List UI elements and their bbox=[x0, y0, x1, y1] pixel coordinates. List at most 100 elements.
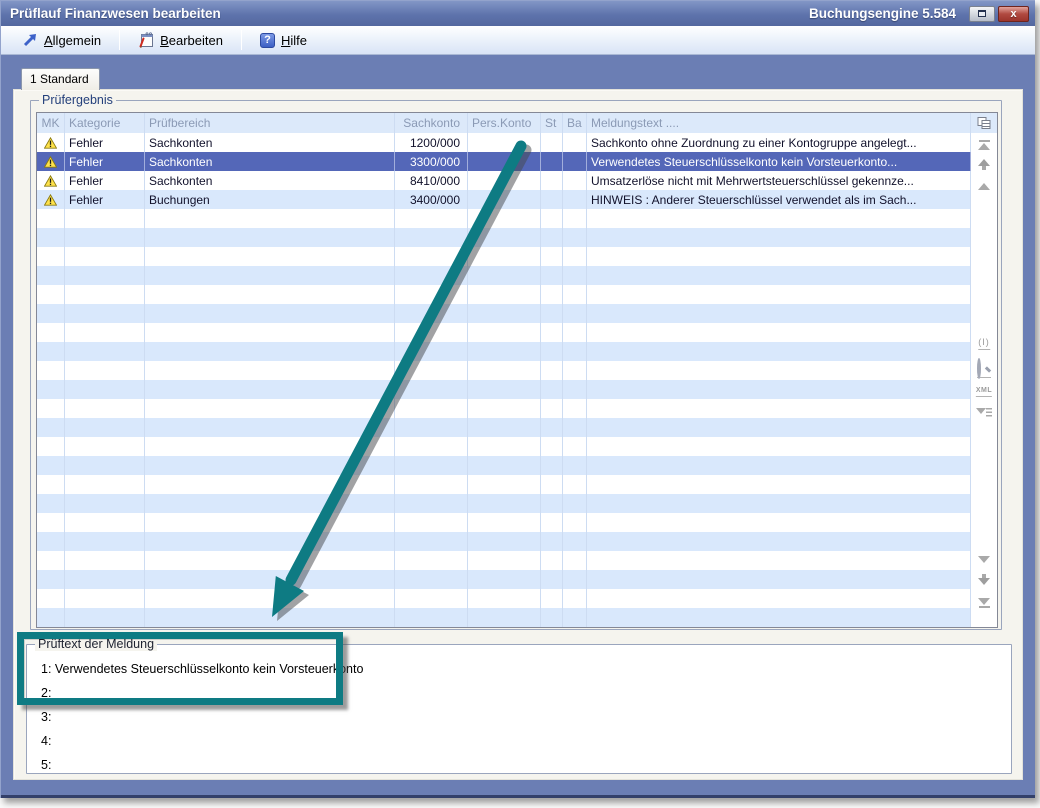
cell-sachkonto bbox=[395, 247, 468, 266]
cell-st bbox=[541, 437, 563, 456]
warning-icon bbox=[44, 175, 57, 187]
cell-ba bbox=[563, 608, 587, 627]
table-row-empty[interactable] bbox=[37, 247, 971, 266]
column-header-ba[interactable]: Ba bbox=[563, 113, 587, 133]
table-row-empty[interactable] bbox=[37, 209, 971, 228]
table-row-empty[interactable] bbox=[37, 551, 971, 570]
table-row[interactable]: FehlerSachkonten8410/000Umsatzerlöse nic… bbox=[37, 171, 971, 190]
scroll-to-top-icon[interactable] bbox=[978, 139, 990, 150]
scroll-down-icon[interactable] bbox=[978, 556, 990, 563]
cell-mk bbox=[37, 342, 65, 361]
help-question-icon: ? bbox=[260, 33, 275, 48]
table-row-empty[interactable] bbox=[37, 228, 971, 247]
hilfe-label: Hilfe bbox=[281, 33, 307, 48]
cell-meldungstext bbox=[587, 608, 971, 627]
cell-mk bbox=[37, 361, 65, 380]
bearbeiten-button[interactable]: Bearbeiten bbox=[129, 29, 232, 51]
cell-pruefbereich bbox=[145, 589, 395, 608]
table-row-empty[interactable] bbox=[37, 418, 971, 437]
table-row-empty[interactable] bbox=[37, 513, 971, 532]
notepad-pen-icon bbox=[138, 32, 154, 48]
cell-perskonto bbox=[468, 361, 541, 380]
table-row[interactable]: FehlerSachkonten1200/000Sachkonto ohne Z… bbox=[37, 133, 971, 152]
cell-ba bbox=[563, 190, 587, 209]
window-title: Prüflauf Finanzwesen bearbeiten bbox=[10, 6, 221, 21]
cell-meldungstext bbox=[587, 228, 971, 247]
filter-icon[interactable] bbox=[976, 407, 992, 419]
search-icon[interactable] bbox=[977, 360, 991, 378]
move-down-icon[interactable] bbox=[978, 574, 990, 585]
prueftext-legend: Prüftext der Meldung bbox=[35, 637, 157, 651]
cell-pruefbereich bbox=[145, 228, 395, 247]
column-header-sachkonto[interactable]: Sachkonto bbox=[395, 113, 468, 133]
cell-mk bbox=[37, 285, 65, 304]
table-row-empty[interactable] bbox=[37, 532, 971, 551]
close-button[interactable]: x bbox=[998, 6, 1029, 22]
column-header-kategorie[interactable]: Kategorie bbox=[65, 113, 145, 133]
table-row-empty[interactable] bbox=[37, 437, 971, 456]
column-chooser-icon[interactable] bbox=[978, 117, 991, 129]
table-row-empty[interactable] bbox=[37, 323, 971, 342]
table-row-empty[interactable] bbox=[37, 285, 971, 304]
cell-meldungstext bbox=[587, 380, 971, 399]
move-up-icon[interactable] bbox=[978, 159, 990, 170]
prueftext-line: 3: bbox=[41, 705, 1011, 729]
table-row-empty[interactable] bbox=[37, 608, 971, 627]
cell-pruefbereich bbox=[145, 456, 395, 475]
minimize-button[interactable] bbox=[969, 6, 995, 22]
hilfe-button[interactable]: ? Hilfe bbox=[251, 30, 316, 51]
minimize-icon bbox=[978, 10, 986, 17]
table-row-empty[interactable] bbox=[37, 456, 971, 475]
cell-st bbox=[541, 171, 563, 190]
cell-ba bbox=[563, 494, 587, 513]
cell-kategorie bbox=[65, 570, 145, 589]
table-row-empty[interactable] bbox=[37, 304, 971, 323]
table-row-empty[interactable] bbox=[37, 589, 971, 608]
cell-perskonto bbox=[468, 247, 541, 266]
table-row-empty[interactable] bbox=[37, 475, 971, 494]
table-row-empty[interactable] bbox=[37, 380, 971, 399]
cell-st bbox=[541, 133, 563, 152]
table-row-empty[interactable] bbox=[37, 266, 971, 285]
cell-pruefbereich bbox=[145, 399, 395, 418]
column-header-pruefbereich[interactable]: Prüfbereich bbox=[145, 113, 395, 133]
table-row-empty[interactable] bbox=[37, 342, 971, 361]
scroll-up-icon[interactable] bbox=[978, 183, 990, 190]
scroll-to-bottom-icon[interactable] bbox=[978, 598, 990, 609]
cell-kategorie: Fehler bbox=[65, 152, 145, 171]
cell-kategorie bbox=[65, 342, 145, 361]
cell-meldungstext bbox=[587, 456, 971, 475]
table-row-empty[interactable] bbox=[37, 494, 971, 513]
cell-pruefbereich bbox=[145, 285, 395, 304]
cell-st bbox=[541, 342, 563, 361]
cell-kategorie bbox=[65, 399, 145, 418]
cell-pruefbereich bbox=[145, 494, 395, 513]
bearbeiten-label: Bearbeiten bbox=[160, 33, 223, 48]
tab-standard[interactable]: 1 Standard bbox=[21, 68, 100, 90]
cell-pruefbereich bbox=[145, 342, 395, 361]
cell-ba bbox=[563, 532, 587, 551]
table-row[interactable]: FehlerSachkonten3300/000Verwendetes Steu… bbox=[37, 152, 971, 171]
table-row-empty[interactable] bbox=[37, 570, 971, 589]
allgemein-button[interactable]: Allgemein bbox=[13, 29, 110, 51]
cell-mk bbox=[37, 475, 65, 494]
row-count-icon[interactable]: (I) bbox=[978, 337, 990, 350]
column-header-st[interactable]: St bbox=[541, 113, 563, 133]
cell-perskonto bbox=[468, 323, 541, 342]
cell-mk bbox=[37, 418, 65, 437]
table-row-empty[interactable] bbox=[37, 361, 971, 380]
column-header-mk[interactable]: MK bbox=[37, 113, 65, 133]
column-header-meldungstext[interactable]: Meldungstext .... bbox=[587, 113, 971, 133]
cell-meldungstext bbox=[587, 209, 971, 228]
cell-kategorie bbox=[65, 209, 145, 228]
cell-perskonto bbox=[468, 608, 541, 627]
cell-mk bbox=[37, 513, 65, 532]
table-row-empty[interactable] bbox=[37, 399, 971, 418]
column-header-perskonto[interactable]: Pers.Konto bbox=[468, 113, 541, 133]
cell-mk bbox=[37, 399, 65, 418]
table-row[interactable]: FehlerBuchungen3400/000HINWEIS : Anderer… bbox=[37, 190, 971, 209]
cell-meldungstext bbox=[587, 361, 971, 380]
tab-panel: Prüfergebnis MKKategoriePrüfbereichSachk… bbox=[13, 89, 1023, 780]
cell-ba bbox=[563, 380, 587, 399]
xml-export-icon[interactable]: XML bbox=[976, 387, 992, 397]
